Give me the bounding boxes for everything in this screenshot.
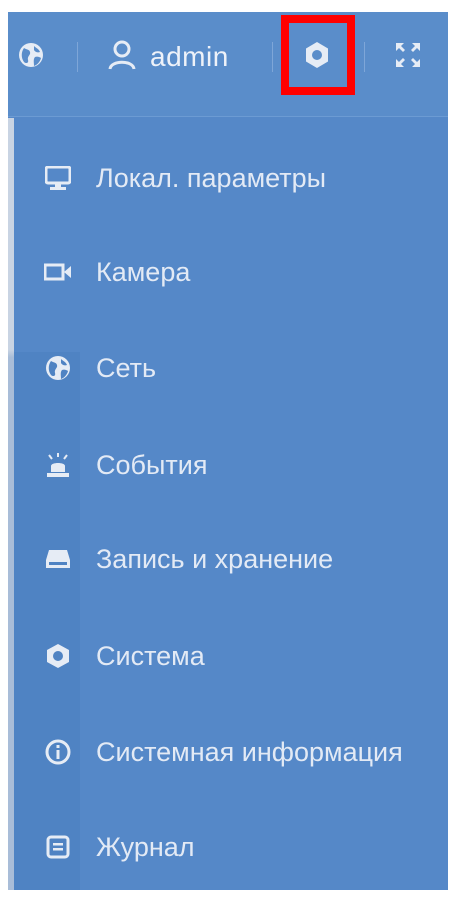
settings-highlight-box xyxy=(281,15,355,95)
top-toolbar: admin xyxy=(8,12,448,117)
menu-item-label: Система xyxy=(96,640,205,671)
language-button[interactable] xyxy=(18,12,44,102)
log-icon xyxy=(44,833,72,861)
menu-item-log[interactable]: Журнал xyxy=(8,817,448,877)
menu-item-system[interactable]: Система xyxy=(8,626,448,686)
menu-item-system-info[interactable]: Системная информация xyxy=(8,722,448,782)
toolbar-divider xyxy=(77,42,78,72)
menu-item-label: Журнал xyxy=(96,831,195,862)
user-icon xyxy=(108,40,136,75)
user-menu[interactable]: admin xyxy=(108,12,229,102)
sidebar-panel: admin Локал. параметры Камера Сеть Событ… xyxy=(8,12,448,890)
menu-item-label: Системная информация xyxy=(96,736,403,767)
camera-icon xyxy=(44,258,72,286)
storage-icon xyxy=(44,545,72,573)
menu-icon-column xyxy=(14,352,80,890)
fullscreen-button[interactable] xyxy=(393,12,423,102)
menu-item-events[interactable]: События xyxy=(8,435,448,495)
menu-item-label: Сеть xyxy=(96,352,157,383)
globe-icon xyxy=(44,354,72,382)
info-icon xyxy=(44,738,72,766)
username-label: admin xyxy=(150,41,229,72)
menu-item-network[interactable]: Сеть xyxy=(8,338,448,398)
gear-icon xyxy=(44,642,72,670)
menu-item-local-params[interactable]: Локал. параметры xyxy=(8,148,448,208)
globe-icon xyxy=(18,42,44,73)
toolbar-divider xyxy=(364,42,365,72)
monitor-icon xyxy=(44,164,72,192)
toolbar-divider xyxy=(272,42,273,72)
fullscreen-icon xyxy=(393,40,423,75)
alarm-icon xyxy=(44,451,72,479)
menu-item-label: Локал. параметры xyxy=(96,162,327,193)
menu-item-storage[interactable]: Запись и хранение xyxy=(8,529,448,589)
menu-item-label: События xyxy=(96,449,208,480)
menu-item-label: Камера xyxy=(96,256,191,287)
menu-item-label: Запись и хранение xyxy=(96,543,334,574)
menu-item-camera[interactable]: Камера xyxy=(8,242,448,302)
